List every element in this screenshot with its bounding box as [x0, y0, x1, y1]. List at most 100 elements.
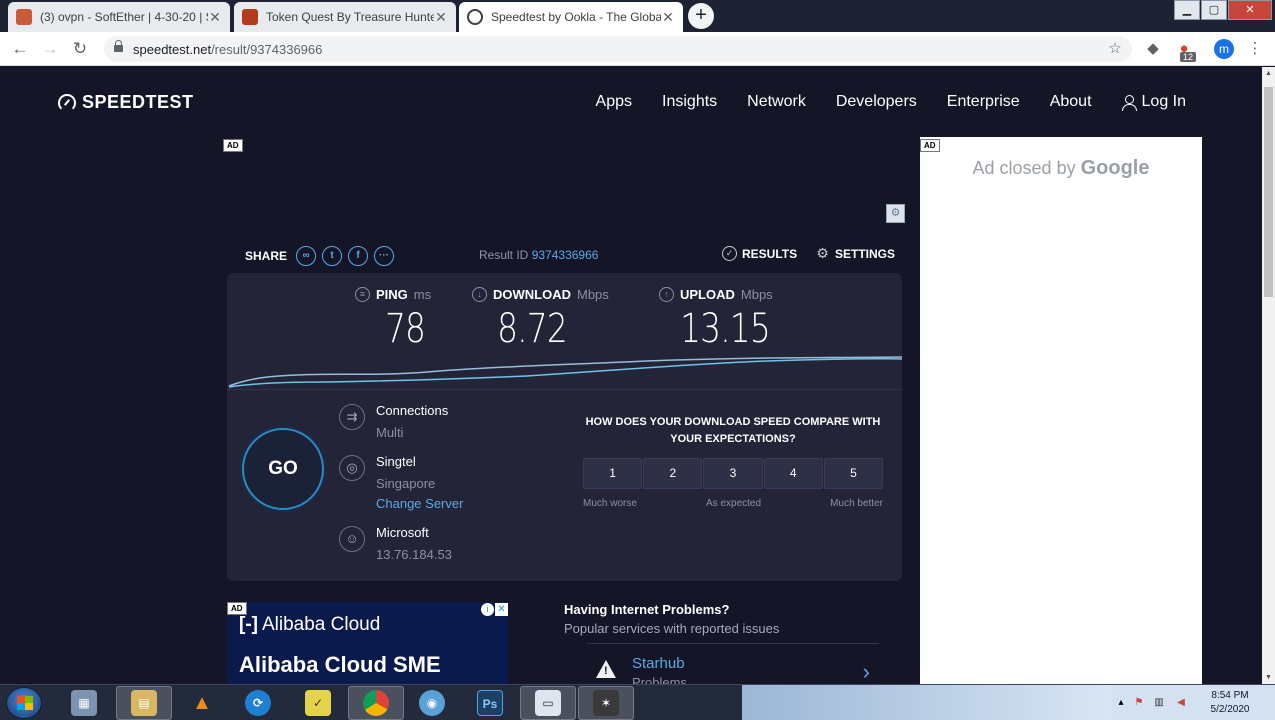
- reload-icon[interactable]: ↻: [69, 38, 91, 60]
- photoshop-icon[interactable]: Ps: [462, 686, 518, 720]
- chrome-icon[interactable]: [348, 686, 404, 720]
- forward-arrow-icon[interactable]: →: [39, 38, 61, 60]
- network-tool-icon[interactable]: ◉: [404, 686, 460, 720]
- outage-status: Problems: [632, 675, 687, 684]
- alibaba-ad[interactable]: AD i ✕ [-] Alibaba Cloud Alibaba Cloud S…: [227, 602, 508, 684]
- scroll-down-icon[interactable]: ▼: [1262, 671, 1275, 684]
- rating-option-2[interactable]: 2: [643, 458, 703, 489]
- download-arrow-icon: ↓: [472, 287, 487, 302]
- tab-ovpn[interactable]: (3) ovpn - SoftEther | 4-30-20 | Su ✕: [8, 2, 230, 32]
- tab-speedtest[interactable]: Speedtest by Ookla - The Global ✕: [459, 2, 683, 32]
- scroll-thumb[interactable]: [1264, 87, 1273, 297]
- volume-muted-icon[interactable]: ◀: [1174, 696, 1188, 710]
- more-options-icon[interactable]: ···: [374, 246, 395, 266]
- file-explorer-icon[interactable]: ▤: [116, 686, 172, 720]
- adchoices-icon[interactable]: i: [481, 603, 494, 616]
- clock-date: 5/2/2020: [1210, 704, 1250, 715]
- ping-value: 78: [384, 306, 426, 352]
- profile-avatar[interactable]: m: [1214, 39, 1234, 59]
- menu-kebab-icon[interactable]: ⋮: [1245, 39, 1265, 59]
- new-tab-button[interactable]: +: [688, 3, 714, 29]
- ping-icon: ≡: [355, 287, 370, 302]
- rating-option-4[interactable]: 4: [763, 458, 823, 489]
- warning-icon: [596, 660, 616, 678]
- alibaba-brand: Alibaba Cloud: [261, 614, 381, 635]
- tab-close-icon[interactable]: ✕: [661, 9, 675, 26]
- tab-title: Token Quest By Treasure Hunter: [266, 10, 434, 24]
- show-hidden-icons-icon[interactable]: ▴: [1114, 696, 1128, 710]
- bookmark-star-icon[interactable]: ☆: [1105, 39, 1125, 59]
- rating-option-3[interactable]: 3: [703, 458, 763, 489]
- rating-scale: 1 2 3 4 5: [583, 458, 884, 489]
- scroll-up-icon[interactable]: ▲: [1262, 67, 1275, 80]
- tab-close-icon[interactable]: ✕: [208, 9, 222, 26]
- game-app-icon[interactable]: ✶: [578, 686, 634, 720]
- minimize-button[interactable]: ▁: [1174, 0, 1200, 20]
- result-panel: ≡ PING ms 78 ↓ DOWNLOAD Mbps 8.72 ↑ UPLO…: [227, 273, 902, 581]
- start-button[interactable]: [6, 687, 42, 719]
- host-ip: 13.76.184.53: [376, 547, 452, 562]
- connections-icon: ⇉: [339, 404, 365, 430]
- lock-icon: [114, 40, 123, 54]
- window-app-icon[interactable]: ▭: [520, 686, 576, 720]
- link-icon[interactable]: ∞: [296, 246, 317, 266]
- rating-option-5[interactable]: 5: [823, 458, 884, 489]
- download-unit: Mbps: [577, 287, 609, 302]
- calculator-icon[interactable]: ▦: [56, 686, 112, 720]
- alibaba-logo: [-] Alibaba Cloud: [239, 614, 380, 636]
- nav-apps[interactable]: Apps: [596, 93, 632, 111]
- upload-metric: ↑ UPLOAD Mbps 13.15: [659, 287, 799, 352]
- ad-label: AD: [223, 139, 243, 152]
- network-status-icon[interactable]: ▥: [1152, 696, 1166, 710]
- vlc-icon[interactable]: ▲: [174, 686, 230, 720]
- survey-question: HOW DOES YOUR DOWNLOAD SPEED COMPARE WIT…: [585, 416, 881, 445]
- facebook-icon[interactable]: f: [348, 246, 369, 266]
- isp-outage-item[interactable]: Starhub Problems ›: [596, 653, 876, 684]
- change-server-link[interactable]: Change Server: [376, 495, 463, 513]
- ad-close-icon[interactable]: ✕: [495, 603, 508, 616]
- rating-option-1[interactable]: 1: [583, 458, 643, 489]
- browser-toolbar: ← → ↻ speedtest.net/result/9374336966 ☆ …: [0, 32, 1275, 66]
- go-button[interactable]: GO: [242, 428, 324, 510]
- nav-network[interactable]: Network: [747, 93, 806, 111]
- page-scrollbar[interactable]: ▲ ▼: [1262, 67, 1275, 684]
- tab-token-quest[interactable]: Token Quest By Treasure Hunter ✕: [234, 2, 456, 32]
- sync-app-icon[interactable]: ⟳: [230, 686, 286, 720]
- results-link[interactable]: ✓ RESULTS: [722, 246, 797, 261]
- action-center-icon[interactable]: ⚑: [1132, 696, 1146, 710]
- twitter-icon[interactable]: t: [322, 246, 343, 266]
- settings-label: SETTINGS: [835, 246, 896, 261]
- extension-icon[interactable]: ◆: [1143, 39, 1163, 59]
- ad-settings-icon[interactable]: ⚙: [886, 204, 905, 223]
- settings-link[interactable]: ⚙ SETTINGS: [815, 246, 895, 261]
- nav-enterprise[interactable]: Enterprise: [947, 93, 1020, 111]
- result-id: Result ID 9374336966: [479, 248, 598, 262]
- back-arrow-icon[interactable]: ←: [9, 38, 31, 60]
- norton-icon[interactable]: ✓: [290, 686, 346, 720]
- speed-graph: [228, 356, 902, 388]
- ad-closed-message: Ad closed by Google: [920, 157, 1202, 180]
- rating-labels: Much worse As expected Much better: [583, 498, 883, 509]
- taskbar-clock[interactable]: 8:54 PM 5/2/2020: [1198, 689, 1262, 717]
- address-bar[interactable]: speedtest.net/result/9374336966: [104, 36, 1132, 62]
- close-window-button[interactable]: ✕: [1228, 0, 1272, 20]
- login-link[interactable]: Log In: [1121, 93, 1186, 111]
- rating-mid-label: As expected: [706, 498, 762, 509]
- maximize-button[interactable]: ▢: [1201, 0, 1227, 20]
- isp-row: ◎ Singtel Singapore Change Server: [339, 452, 463, 513]
- nav-about[interactable]: About: [1050, 93, 1092, 111]
- speedtest-logo[interactable]: SPEEDTEST: [58, 92, 194, 113]
- nav-insights[interactable]: Insights: [662, 93, 717, 111]
- result-id-label: Result ID: [479, 248, 529, 262]
- user-icon: [1121, 95, 1137, 111]
- tab-close-icon[interactable]: ✕: [434, 9, 448, 26]
- upload-arrow-icon: ↑: [659, 287, 674, 302]
- download-label: DOWNLOAD: [493, 287, 571, 302]
- problems-title: Having Internet Problems?: [564, 602, 730, 617]
- nav-developers[interactable]: Developers: [836, 93, 917, 111]
- ad-label: AD: [920, 139, 940, 152]
- panel-divider: [227, 389, 902, 390]
- ping-unit: ms: [413, 287, 432, 302]
- result-id-value[interactable]: 9374336966: [532, 248, 599, 262]
- upload-unit: Mbps: [740, 287, 773, 302]
